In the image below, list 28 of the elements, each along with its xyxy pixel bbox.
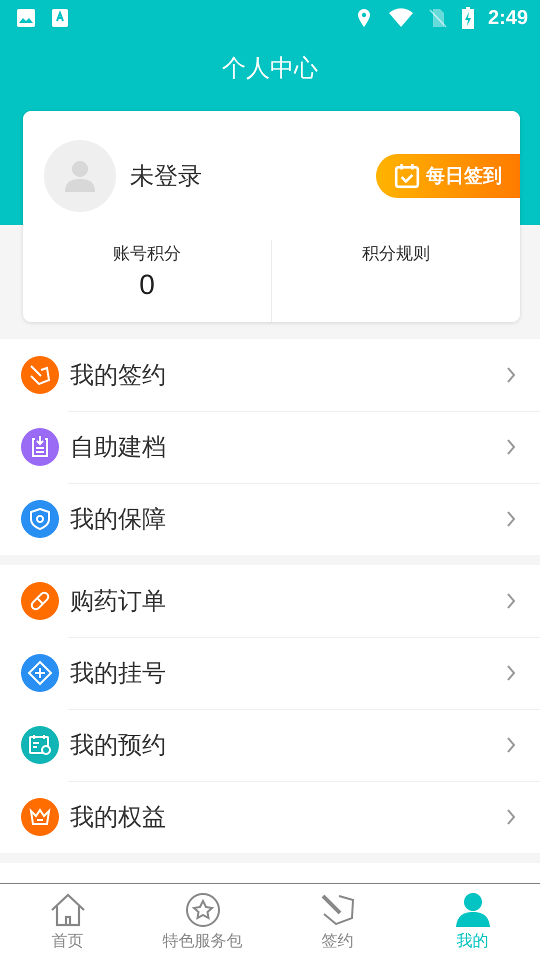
battery-icon — [462, 7, 474, 29]
page-title: 个人中心 — [222, 54, 318, 84]
chevron-right-icon — [506, 510, 516, 528]
home-icon — [50, 892, 86, 928]
menu-item[interactable]: 我的签约 — [0, 339, 540, 411]
chevron-right-icon — [506, 736, 516, 754]
pen-icon — [320, 892, 356, 928]
stat-label[interactable]: 账号积分 — [113, 242, 181, 265]
stat-value: 0 — [139, 269, 155, 301]
stat-label[interactable]: 积分规则 — [362, 242, 430, 265]
status-time: 2:49 — [488, 6, 528, 30]
menu-item[interactable]: 我的保障 — [0, 483, 540, 555]
wifi-icon — [388, 8, 414, 28]
image-icon — [16, 8, 36, 28]
menu-item[interactable]: 我的权益 — [0, 781, 540, 853]
chevron-right-icon — [506, 592, 516, 610]
menu-item[interactable]: 我的挂号 — [0, 637, 540, 709]
login-status[interactable]: 未登录 — [130, 160, 376, 192]
menu-item[interactable]: 自助建档 — [0, 411, 540, 483]
chevron-right-icon — [506, 366, 516, 384]
menu-item[interactable]: 购药订单 — [0, 565, 540, 637]
chevron-right-icon — [506, 664, 516, 682]
chevron-right-icon — [506, 438, 516, 456]
calendar-check-icon — [394, 162, 420, 188]
no-sim-icon — [428, 8, 448, 28]
chevron-right-icon — [506, 808, 516, 826]
person-icon — [454, 892, 490, 928]
menu-item[interactable]: 我的预约 — [0, 709, 540, 781]
